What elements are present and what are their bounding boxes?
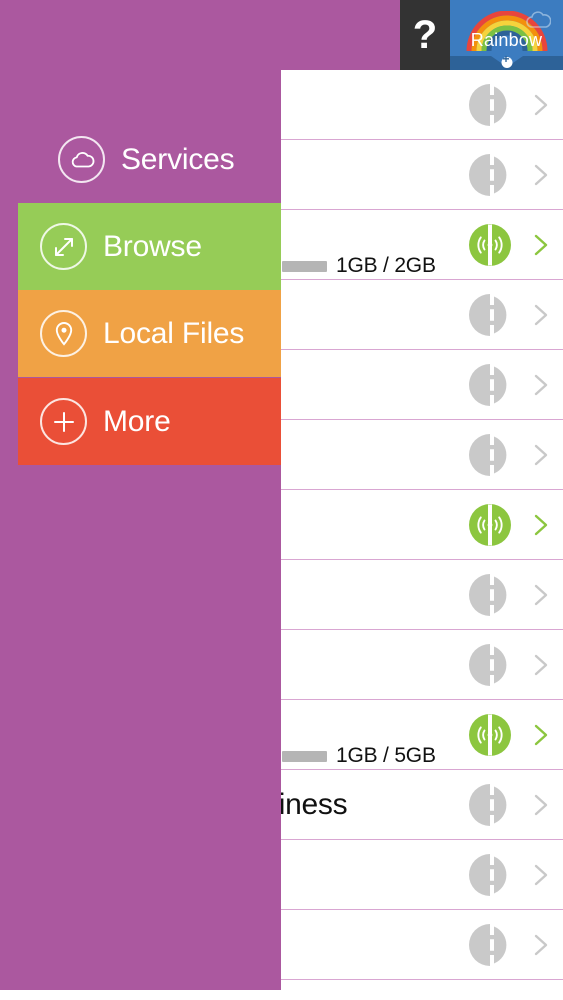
storage-meter-bar [282, 750, 327, 762]
chevron-right-icon[interactable] [527, 792, 553, 818]
sidebar-item-label: Services [121, 142, 235, 176]
disconnected-plug-icon [469, 83, 507, 126]
chevron-right-icon[interactable] [527, 582, 553, 608]
sidebar-item-label: Local Files [103, 316, 245, 350]
chevron-right-icon[interactable] [527, 862, 553, 888]
disconnected-plug-icon [469, 433, 507, 476]
cloud-icon [58, 136, 105, 183]
service-row-controls [467, 712, 553, 758]
chevron-right-icon[interactable] [527, 932, 553, 958]
chevron-right-icon[interactable] [527, 512, 553, 538]
cloud-icon [526, 11, 551, 28]
chevron-right-icon[interactable] [527, 92, 553, 118]
help-button[interactable]: ? [400, 0, 450, 70]
storage-meter-label: 1GB / 2GB [336, 254, 436, 277]
disconnected-plug-icon [469, 363, 507, 406]
disconnected-plug-icon [469, 573, 507, 616]
location-pin-icon [40, 310, 87, 357]
chevron-right-icon[interactable] [527, 372, 553, 398]
connected-broadcast-icon [469, 223, 511, 266]
service-row-controls [467, 82, 553, 128]
disconnected-plug-icon [469, 153, 507, 196]
disconnected-plug-icon [469, 643, 507, 686]
service-row-controls [467, 922, 553, 968]
service-row-controls [467, 222, 553, 268]
disconnected-plug-icon [469, 923, 507, 966]
sidebar-item-label: More [103, 404, 171, 438]
sidebar-item-services[interactable]: Services [0, 116, 281, 203]
connected-broadcast-icon [469, 503, 511, 546]
sidebar-overlay: Services Browse Local Files More [0, 0, 281, 990]
service-row-controls [467, 852, 553, 898]
brand-tile[interactable]: Rainbow [450, 0, 563, 70]
sidebar-item-label: Browse [103, 229, 202, 263]
brand-name: Rainbow [470, 30, 543, 50]
chevron-right-icon[interactable] [527, 162, 553, 188]
chevron-right-icon[interactable] [527, 722, 553, 748]
chevron-right-icon[interactable] [527, 302, 553, 328]
chevron-right-icon[interactable] [527, 652, 553, 678]
disconnected-plug-icon [469, 853, 507, 896]
app-root: ? Rainbow 1GB / 2GB1GB / 5GBBusiness [0, 0, 563, 1000]
service-row-controls [467, 152, 553, 198]
storage-meter-label: 1GB / 5GB [336, 744, 436, 767]
service-row-controls [467, 362, 553, 408]
connected-broadcast-icon [469, 713, 511, 756]
plus-icon [40, 398, 87, 445]
service-row-controls [467, 432, 553, 478]
service-row-controls [467, 572, 553, 618]
sidebar-item-local-files[interactable]: Local Files [18, 290, 281, 377]
help-label: ? [412, 13, 438, 57]
service-row-controls [467, 292, 553, 338]
sidebar-item-more[interactable]: More [18, 378, 281, 465]
expand-icon [40, 223, 87, 270]
disconnected-plug-icon [469, 293, 507, 336]
sidebar-item-browse[interactable]: Browse [18, 203, 281, 290]
chevron-right-icon[interactable] [527, 232, 553, 258]
storage-meter-bar [282, 260, 327, 272]
service-row-controls [467, 502, 553, 548]
brand-add-icon[interactable] [501, 53, 512, 68]
disconnected-plug-icon [469, 783, 507, 826]
chevron-right-icon[interactable] [527, 442, 553, 468]
service-row-controls [467, 642, 553, 688]
service-row-controls [467, 782, 553, 828]
